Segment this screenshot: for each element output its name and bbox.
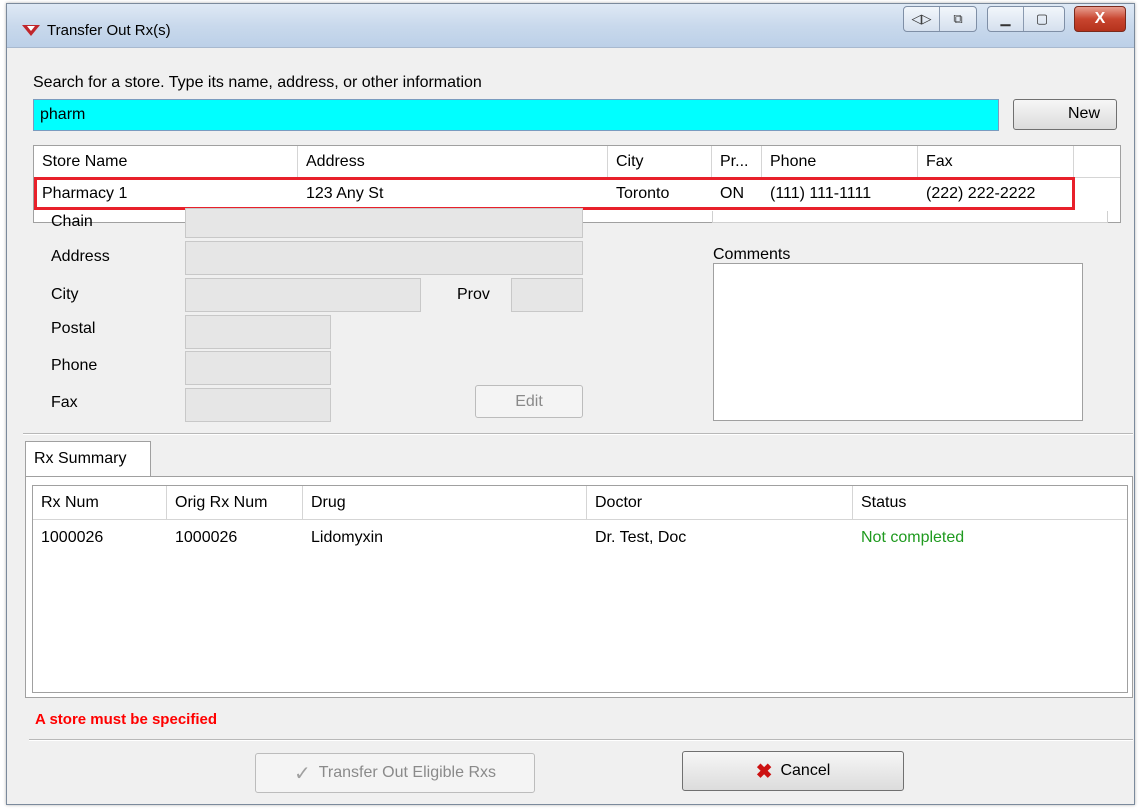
status-cell: Not completed [861,529,965,546]
column-store-name[interactable]: Store Name [34,146,298,178]
store-grid-header: Store Name Address City Pr... Phone Fax [34,146,1120,178]
rx-row[interactable]: 1000026 1000026 Lidomyxin Dr. Test, Doc … [33,524,1127,554]
fax-field [185,388,331,422]
column-drug[interactable]: Drug [303,486,587,520]
transfer-out-label: Transfer Out Eligible Rxs [318,764,496,781]
cancel-label: Cancel [780,762,831,779]
city-label: City [51,286,79,303]
app-logo-icon [22,25,40,36]
store-row[interactable]: Pharmacy 1 123 Any St Toronto ON (111) 1… [34,180,1120,210]
rx-summary-grid: Rx Num Orig Rx Num Drug Doctor Status 10… [32,485,1128,693]
column-address[interactable]: Address [298,146,608,178]
restore-window-icon[interactable]: ⧉ [940,7,976,31]
store-address-cell: 123 Any St [306,185,384,202]
postal-field [185,315,331,349]
column-status[interactable]: Status [853,486,1129,520]
title-extra-buttons: ◁▷ ⧉ [903,6,977,32]
orig-rx-num-cell: 1000026 [175,529,238,546]
prov-field [511,278,583,312]
store-search-input[interactable] [33,99,999,131]
window-controls: ▁ ▢ [987,6,1065,32]
store-fax-cell: (222) 222-2222 [926,185,1036,202]
store-phone-cell: (111) 111-1111 [770,185,872,202]
rx-grid-header: Rx Num Orig Rx Num Drug Doctor Status [33,486,1127,520]
grid-filler [712,211,1108,223]
section-divider [23,433,1133,435]
column-orig-rx-num[interactable]: Orig Rx Num [167,486,303,520]
doctor-cell: Dr. Test, Doc [595,529,687,546]
chain-label: Chain [51,213,93,230]
transfer-out-button[interactable]: ✓ Transfer Out Eligible Rxs [255,753,535,793]
city-field [185,278,421,312]
search-label: Search for a store. Type its name, addre… [33,74,482,91]
prov-label: Prov [457,286,490,303]
dock-toggle-icon[interactable]: ◁▷ [904,7,940,31]
address-field [185,241,583,275]
fax-label: Fax [51,394,78,411]
new-store-button[interactable]: New [1013,99,1117,130]
store-prov-cell: ON [720,185,744,202]
title-bar: Transfer Out Rx(s) ◁▷ ⧉ ▁ ▢ X [7,4,1134,48]
drug-cell: Lidomyxin [311,529,384,546]
cancel-button[interactable]: ✖ Cancel [682,751,904,791]
postal-label: Postal [51,320,96,337]
chain-field [185,208,583,238]
minimize-icon[interactable]: ▁ [988,7,1024,31]
rx-summary-panel: Rx Num Orig Rx Num Drug Doctor Status 10… [25,476,1133,698]
column-phone[interactable]: Phone [762,146,918,178]
window-title: Transfer Out Rx(s) [47,22,171,39]
footer-divider [29,739,1133,741]
column-doctor[interactable]: Doctor [587,486,853,520]
tab-rx-summary[interactable]: Rx Summary [25,441,151,477]
address-label: Address [51,248,110,265]
transfer-out-window: Transfer Out Rx(s) ◁▷ ⧉ ▁ ▢ X Search for… [6,3,1135,805]
column-province[interactable]: Pr... [712,146,762,178]
checkmark-icon: ✓ [293,762,311,785]
store-name-cell: Pharmacy 1 [42,185,128,202]
column-rx-num[interactable]: Rx Num [33,486,167,520]
validation-error-message: A store must be specified [35,711,217,728]
comments-label: Comments [713,246,791,263]
edit-store-button[interactable]: Edit [475,385,583,418]
column-fax[interactable]: Fax [918,146,1074,178]
maximize-icon[interactable]: ▢ [1024,7,1060,31]
store-city-cell: Toronto [616,185,670,202]
phone-label: Phone [51,357,98,374]
rx-num-cell: 1000026 [41,529,104,546]
phone-field [185,351,331,385]
cancel-x-icon: ✖ [755,760,773,783]
column-city[interactable]: City [608,146,712,178]
comments-textarea[interactable] [713,263,1083,421]
close-button[interactable]: X [1074,6,1126,32]
